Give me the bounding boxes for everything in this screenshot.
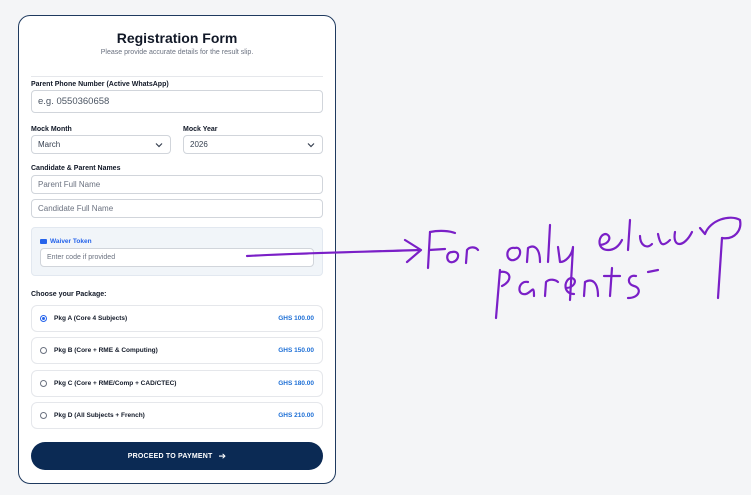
package-name: Pkg C (Core + RME/Comp + CAD/CTEC) <box>54 380 177 387</box>
package-option-d[interactable]: Pkg D (All Subjects + French) GHS 210.00 <box>31 402 323 429</box>
radio-unselected[interactable] <box>40 380 47 387</box>
form-subtitle: Please provide accurate details for the … <box>100 49 254 56</box>
arrow-right-icon: ➔ <box>218 450 227 461</box>
package-option-a[interactable]: Pkg A (Core 4 Subjects) GHS 100.00 <box>31 305 323 332</box>
mock-month-label: Mock Month <box>31 126 72 133</box>
package-price: GHS 180.00 <box>278 380 314 387</box>
mock-month-select[interactable]: March <box>31 135 171 154</box>
package-name: Pkg D (All Subjects + French) <box>54 412 145 419</box>
divider <box>31 76 323 77</box>
package-price: GHS 100.00 <box>278 315 314 322</box>
waiver-token-label: Waiver Token <box>40 238 92 245</box>
form-title: Registration Form <box>116 30 238 46</box>
mock-month-value: March <box>38 140 61 149</box>
mock-year-select[interactable]: 2026 <box>183 135 323 154</box>
registration-form-card: Registration Form Please provide accurat… <box>18 15 336 484</box>
package-name: Pkg B (Core + RME & Computing) <box>54 347 158 354</box>
mock-year-label: Mock Year <box>183 126 218 133</box>
names-label: Candidate & Parent Names <box>31 165 121 172</box>
package-label: Choose your Package: <box>31 291 107 298</box>
card-icon <box>40 239 47 244</box>
phone-label: Parent Phone Number (Active WhatsApp) <box>31 81 169 88</box>
parent-name-input[interactable]: Parent Full Name <box>31 175 323 194</box>
radio-unselected[interactable] <box>40 412 47 419</box>
waiver-token-section: Waiver Token Enter code if provided <box>31 227 323 276</box>
chevron-down-icon <box>155 142 163 147</box>
waiver-token-label-text: Waiver Token <box>50 238 92 245</box>
radio-unselected[interactable] <box>40 347 47 354</box>
mock-year-value: 2026 <box>190 140 208 149</box>
package-option-b[interactable]: Pkg B (Core + RME & Computing) GHS 150.0… <box>31 337 323 364</box>
package-price: GHS 150.00 <box>278 347 314 354</box>
package-option-c[interactable]: Pkg C (Core + RME/Comp + CAD/CTEC) GHS 1… <box>31 370 323 397</box>
chevron-down-icon <box>307 142 315 147</box>
waiver-token-input[interactable]: Enter code if provided <box>40 248 314 267</box>
radio-selected[interactable] <box>40 315 47 322</box>
candidate-name-input[interactable]: Candidate Full Name <box>31 199 323 218</box>
package-price: GHS 210.00 <box>278 412 314 419</box>
phone-input[interactable]: e.g. 0550360658 <box>31 90 323 113</box>
proceed-to-payment-button[interactable]: PROCEED TO PAYMENT ➔ <box>31 442 323 470</box>
package-name: Pkg A (Core 4 Subjects) <box>54 315 128 322</box>
button-label: PROCEED TO PAYMENT <box>127 452 213 460</box>
